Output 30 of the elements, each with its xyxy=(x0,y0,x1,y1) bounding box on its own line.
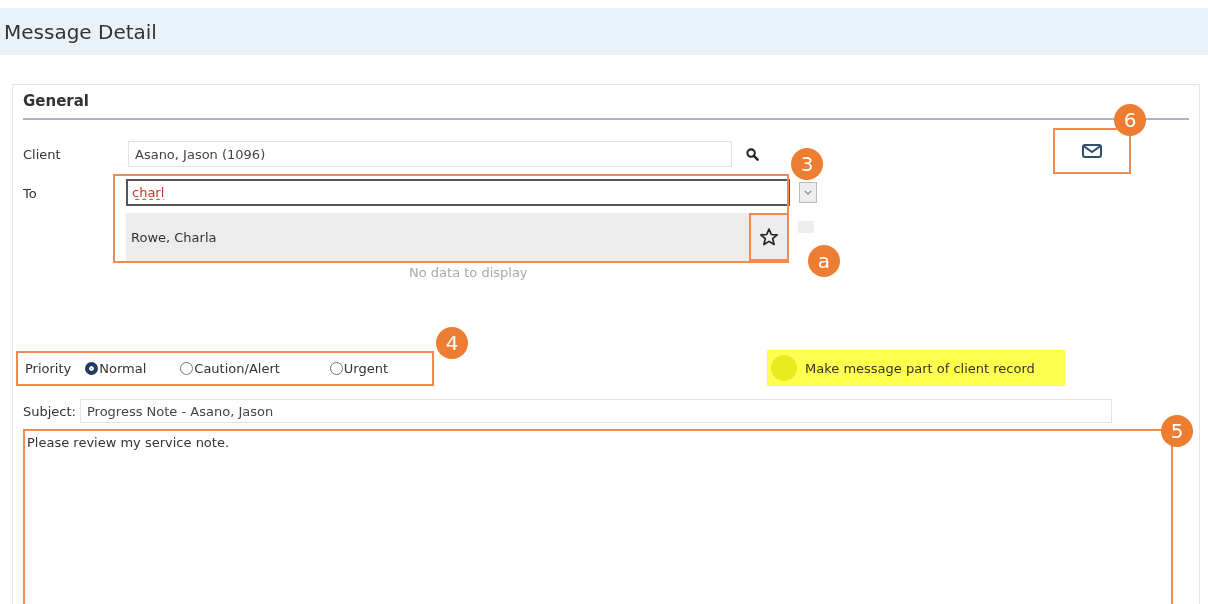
record-option[interactable]: Make message part of client record xyxy=(767,350,1065,386)
field-label: Client xyxy=(23,146,62,162)
caret-icon xyxy=(804,190,812,195)
checkbox[interactable] xyxy=(771,355,797,381)
window-title: Message Detail xyxy=(4,19,157,44)
priority-option[interactable]: Urgent xyxy=(329,360,389,376)
callout-badge: a xyxy=(808,245,840,277)
message-text: Please review my service note. xyxy=(27,435,230,450)
subject-field[interactable]: Progress Note - Asano, Jason xyxy=(80,399,1112,423)
client-field[interactable]: Asano, Jason (1096) xyxy=(128,141,732,167)
recipient-input[interactable]: charl xyxy=(126,179,790,206)
send-button[interactable] xyxy=(1053,128,1131,174)
favorite-button[interactable] xyxy=(749,213,789,261)
mail-icon xyxy=(1082,144,1102,158)
priority-option[interactable]: Caution/Alert xyxy=(180,360,280,376)
checkbox-label: Make message part of client record xyxy=(805,360,1035,376)
field-label: Subject: xyxy=(23,403,76,419)
radio-button[interactable] xyxy=(85,361,99,375)
field-label: Priority xyxy=(25,360,72,376)
search-icon[interactable] xyxy=(746,147,759,161)
callout-badge: 5 xyxy=(1161,415,1193,447)
callout-badge: 4 xyxy=(436,326,468,359)
priority-option[interactable]: Normal xyxy=(85,360,147,376)
empty-message: No data to display xyxy=(409,265,529,280)
callout-badge: 3 xyxy=(791,148,823,180)
field-label: To xyxy=(23,185,38,201)
message-body-field[interactable]: Please review my service note. xyxy=(23,429,1173,604)
suggestion-item[interactable]: Rowe, Charla xyxy=(126,213,749,261)
star-icon xyxy=(759,227,779,247)
callout-badge: 6 xyxy=(1114,104,1146,136)
